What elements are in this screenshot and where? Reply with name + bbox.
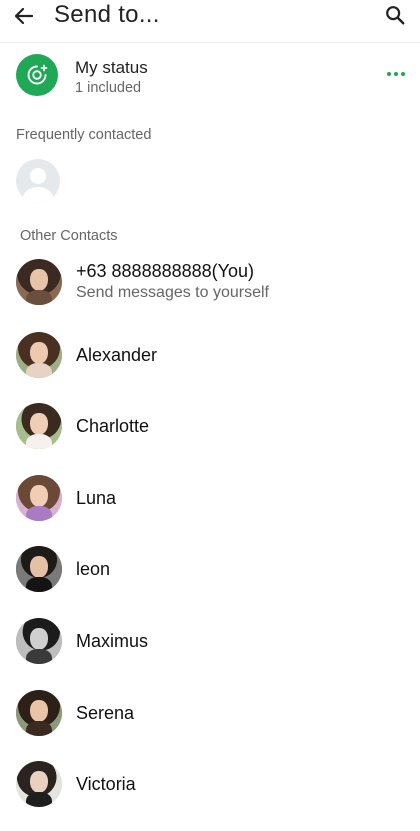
avatar bbox=[16, 403, 62, 449]
contact-name: Maximus bbox=[76, 631, 149, 651]
status-title: My status bbox=[75, 58, 148, 77]
section-label-frequent: Frequently contacted bbox=[16, 127, 152, 143]
contact-row-victoria[interactable]: Victoria bbox=[0, 753, 420, 815]
contact-name: Victoria bbox=[76, 774, 136, 794]
avatar bbox=[16, 546, 62, 592]
contact-row-serena[interactable]: Serena bbox=[0, 682, 420, 744]
contact-name: leon bbox=[76, 559, 111, 579]
avatar bbox=[16, 618, 62, 664]
contact-subtitle: Send messages to yourself bbox=[76, 284, 269, 301]
contact-name: Alexander bbox=[76, 345, 158, 365]
avatar bbox=[16, 475, 62, 521]
avatar bbox=[16, 332, 62, 378]
status-camera-icon bbox=[27, 64, 48, 85]
arrow-left-icon[interactable] bbox=[12, 4, 36, 28]
contact-row-alexander[interactable]: Alexander bbox=[0, 324, 420, 386]
search-icon[interactable] bbox=[384, 4, 406, 26]
contact-row-self[interactable]: +63 8888888888(You) Send messages to you… bbox=[0, 251, 420, 313]
frequent-contact-avatar[interactable] bbox=[16, 159, 60, 203]
more-options-icon[interactable] bbox=[387, 72, 405, 78]
app-header: Send to... bbox=[0, 0, 420, 43]
status-avatar bbox=[16, 54, 58, 96]
contact-row-leon[interactable]: leon bbox=[0, 538, 420, 600]
status-subtitle: 1 included bbox=[75, 80, 142, 96]
page-title: Send to... bbox=[54, 1, 160, 28]
contact-name: +63 8888888888(You) bbox=[76, 261, 255, 281]
section-label-other: Other Contacts bbox=[20, 228, 118, 244]
avatar bbox=[16, 690, 62, 736]
avatar bbox=[16, 761, 62, 807]
avatar bbox=[16, 259, 62, 305]
contact-row-maximus[interactable]: Maximus bbox=[0, 610, 420, 672]
contact-row-luna[interactable]: Luna bbox=[0, 467, 420, 529]
contact-name: Serena bbox=[76, 703, 135, 723]
my-status-row[interactable]: My status 1 included bbox=[0, 48, 420, 104]
contact-row-charlotte[interactable]: Charlotte bbox=[0, 395, 420, 457]
contact-name: Luna bbox=[76, 488, 117, 508]
contact-name: Charlotte bbox=[76, 416, 150, 436]
